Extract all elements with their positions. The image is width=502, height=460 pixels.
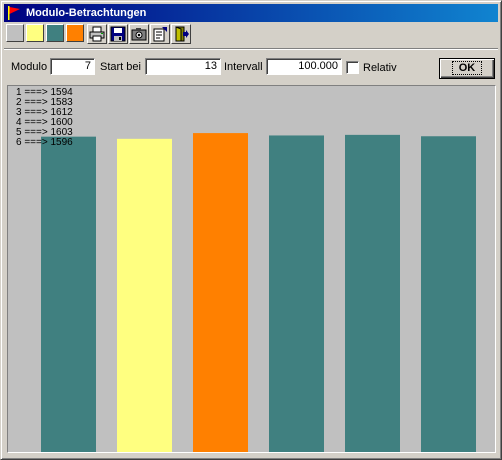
modulo-window: Modulo-Betrachtungen Modulo 7 Start bei … xyxy=(0,0,502,460)
exit-icon xyxy=(175,26,189,42)
swatch-orange[interactable] xyxy=(66,24,84,42)
save-icon xyxy=(110,26,126,42)
swatch-teal[interactable] xyxy=(46,24,64,42)
properties-button[interactable] xyxy=(150,24,170,44)
bar-5 xyxy=(345,134,400,452)
relativ-checkbox[interactable] xyxy=(346,61,359,74)
save-button[interactable] xyxy=(108,24,128,44)
modulo-input[interactable]: 7 xyxy=(50,58,95,75)
legend-entry-6: 6 ===> 1596 xyxy=(16,137,73,148)
properties-icon xyxy=(153,27,167,42)
toolbar xyxy=(6,24,192,44)
window-title: Modulo-Betrachtungen xyxy=(26,7,147,19)
chart-canvas xyxy=(41,133,476,452)
bar-3 xyxy=(193,133,248,452)
bar-4 xyxy=(269,135,324,452)
start-label: Start bei xyxy=(100,61,141,73)
swatch-gray[interactable] xyxy=(6,24,24,42)
interval-label: Intervall xyxy=(224,61,263,73)
chart-legend: 1 ===> 1594 2 ===> 1583 3 ===> 1612 4 ===> … xyxy=(16,88,73,148)
bar-2 xyxy=(117,138,172,452)
ok-button[interactable]: OK xyxy=(439,58,495,79)
exit-button[interactable] xyxy=(171,24,191,44)
ok-button-label: OK xyxy=(451,61,483,75)
bar-1 xyxy=(41,136,96,452)
print-button[interactable] xyxy=(87,24,107,44)
camera-icon xyxy=(131,28,147,41)
modulo-label: Modulo xyxy=(11,61,48,73)
interval-input[interactable]: 100.000 xyxy=(266,58,342,75)
print-icon xyxy=(89,26,105,42)
camera-button[interactable] xyxy=(129,24,149,44)
toolbar-separator xyxy=(4,48,498,50)
bar-6 xyxy=(421,136,476,452)
parameter-bar: Modulo 7 Start bei 13 Intervall 100.000 … xyxy=(4,53,498,83)
relativ-label: Relativ xyxy=(363,62,397,74)
swatch-yellow[interactable] xyxy=(26,24,44,42)
start-input[interactable]: 13 xyxy=(145,58,221,75)
title-bar[interactable]: Modulo-Betrachtungen xyxy=(4,4,498,22)
flag-icon xyxy=(8,6,20,20)
bar-chart: 1 ===> 1594 2 ===> 1583 3 ===> 1612 4 ===> … xyxy=(7,85,496,453)
